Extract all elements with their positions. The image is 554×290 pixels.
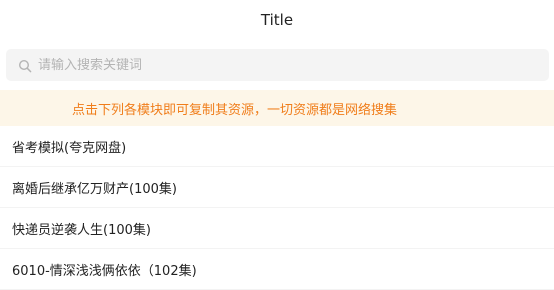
notice-text: 点击下列各模块即可复制其资源，一切资源都是网络搜集 (72, 102, 398, 118)
list-item-label: 快递员逆袭人生(100集) (12, 222, 151, 238)
resource-list: 省考模拟(夸克网盘) 离婚后继承亿万财产(100集) 快递员逆袭人生(100集)… (0, 126, 554, 290)
list-item[interactable]: 6010-情深浅浅俩依依（102集) (0, 249, 554, 290)
page-title: Title (260, 11, 294, 29)
list-item-label: 离婚后继承亿万财产(100集) (12, 181, 177, 197)
list-item[interactable]: 快递员逆袭人生(100集) (0, 208, 554, 249)
search-input[interactable] (38, 57, 518, 73)
list-item[interactable]: 省考模拟(夸克网盘) (0, 126, 554, 167)
search-box[interactable] (6, 49, 549, 81)
list-item-label: 6010-情深浅浅俩依依（102集) (12, 263, 197, 279)
nav-bar: Title (0, 0, 554, 40)
notice-banner: 点击下列各模块即可复制其资源，一切资源都是网络搜集 (0, 90, 554, 126)
search-bar (0, 40, 554, 90)
list-item-label: 省考模拟(夸克网盘) (12, 140, 127, 156)
list-item[interactable]: 离婚后继承亿万财产(100集) (0, 167, 554, 208)
search-icon (18, 58, 32, 73)
